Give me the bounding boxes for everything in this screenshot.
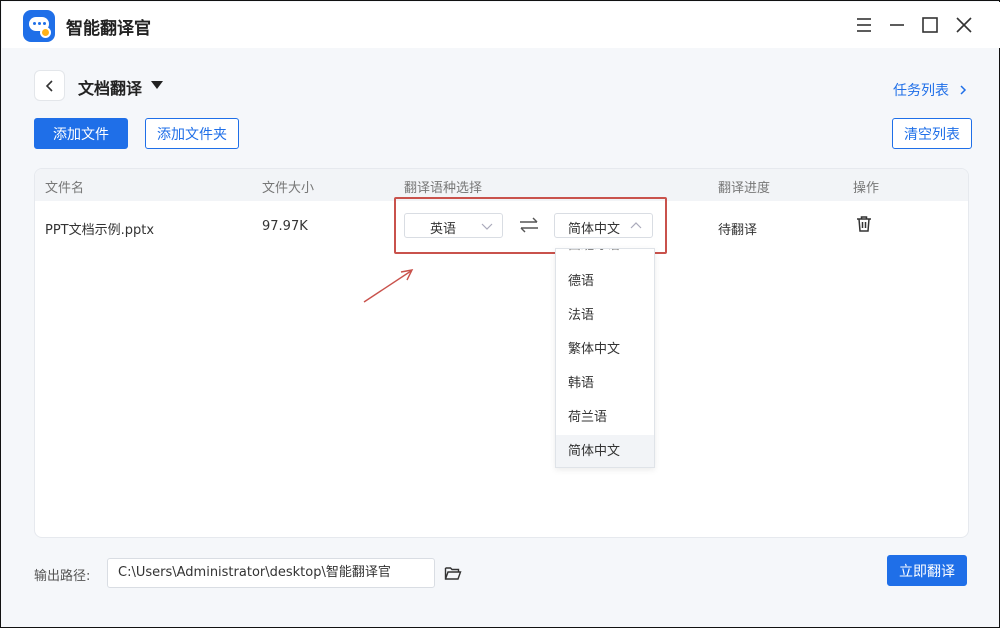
- file-size-cell: 97.97K: [262, 219, 308, 234]
- clear-list-button[interactable]: 清空列表: [892, 118, 972, 149]
- add-file-button[interactable]: 添加文件: [34, 118, 128, 149]
- dropdown-item[interactable]: 法语: [556, 299, 654, 333]
- dropdown-item[interactable]: 繁体中文: [556, 333, 654, 367]
- title-bar: 智能翻译官: [2, 2, 1000, 48]
- task-list-link[interactable]: 任务列表: [893, 80, 968, 100]
- dropdown-item[interactable]: 荷兰语: [556, 401, 654, 435]
- dropdown-item[interactable]: 西班牙语: [556, 249, 654, 263]
- trash-icon[interactable]: [855, 215, 873, 233]
- folder-open-icon[interactable]: [444, 564, 462, 582]
- col-file-size: 文件大小: [262, 181, 315, 196]
- col-progress: 翻译进度: [718, 181, 771, 196]
- close-icon[interactable]: [951, 12, 977, 38]
- annotation-highlight: [394, 197, 667, 254]
- col-actions: 操作: [853, 181, 880, 196]
- caret-down-icon[interactable]: [151, 81, 163, 89]
- annotation-arrow-icon: [363, 269, 414, 303]
- task-list-label: 任务列表: [893, 83, 949, 99]
- dropdown-item-selected[interactable]: 简体中文: [556, 435, 654, 467]
- maximize-icon[interactable]: [917, 12, 943, 38]
- add-folder-button[interactable]: 添加文件夹: [145, 118, 239, 149]
- chevron-right-icon: [960, 85, 967, 95]
- app-logo-icon: [23, 10, 55, 42]
- output-path-label: 输出路径:: [34, 569, 91, 584]
- col-language: 翻译语种选择: [404, 181, 483, 196]
- translate-now-button[interactable]: 立即翻译: [887, 555, 967, 586]
- progress-cell: 待翻译: [718, 223, 758, 238]
- minimize-icon[interactable]: [884, 12, 910, 38]
- dropdown-item[interactable]: 韩语: [556, 367, 654, 401]
- col-file-name: 文件名: [45, 181, 85, 196]
- menu-icon[interactable]: [851, 12, 877, 38]
- back-button[interactable]: [34, 70, 65, 101]
- dropdown-item[interactable]: 德语: [556, 265, 654, 299]
- output-path-input[interactable]: C:\Users\Administrator\desktop\智能翻译官: [107, 558, 435, 588]
- chevron-left-icon: [45, 79, 53, 92]
- language-dropdown: 西班牙语 德语 法语 繁体中文 韩语 荷兰语 简体中文: [555, 248, 655, 468]
- page-title[interactable]: 文档翻译: [78, 75, 142, 99]
- app-window: 智能翻译官 文档翻译 任务列表 添加文件 添加文件夹 清空列表 文件名 文件大小…: [0, 0, 1000, 628]
- file-name-cell: PPT文档示例.pptx: [45, 223, 155, 238]
- app-title: 智能翻译官: [66, 19, 151, 39]
